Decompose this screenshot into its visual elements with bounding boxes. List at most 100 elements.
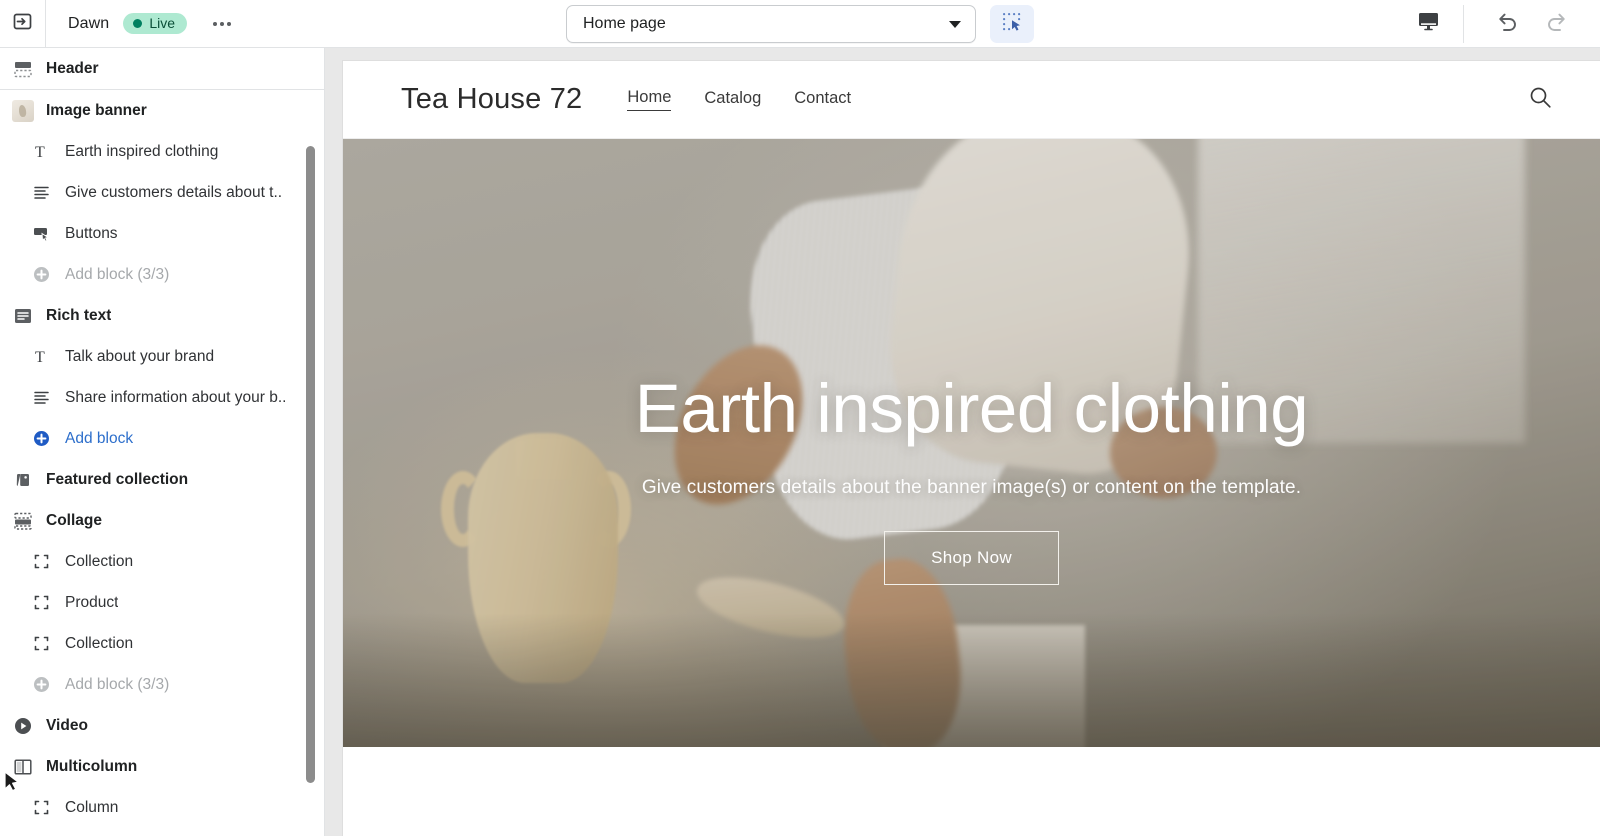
sidebar-scrollbar-thumb[interactable] <box>306 146 315 783</box>
theme-editor-window: Dawn Live Home page Header Image banner … <box>0 0 1600 836</box>
panel-collapse-icon <box>12 11 33 37</box>
redo-button[interactable] <box>1540 7 1574 41</box>
sidebar-section-collage[interactable]: Collage <box>0 500 324 541</box>
sidebar-section-featured-collection[interactable]: Featured collection <box>0 459 324 500</box>
sidebar-block-product[interactable]: Product <box>0 582 324 623</box>
sidebar-block-label: Column <box>65 798 119 816</box>
svg-text:T: T <box>35 349 45 366</box>
paragraph-icon <box>30 387 52 409</box>
storefront-preview: Tea House 72 Home Catalog Contact Earth … <box>343 61 1600 836</box>
select-inspector-icon <box>1001 11 1023 38</box>
nav-item-home[interactable]: Home <box>627 88 672 111</box>
block-bracket-icon <box>30 592 52 614</box>
svg-text:T: T <box>35 144 45 161</box>
search-button[interactable] <box>1527 84 1554 116</box>
banner-subheading[interactable]: Give customers details about the banner … <box>642 477 1301 499</box>
theme-info-group: Dawn Live <box>46 9 239 39</box>
sidebar-section-header[interactable]: Header <box>0 48 324 89</box>
storefront-nav: Home Catalog Contact <box>627 88 851 111</box>
page-selector-value: Home page <box>583 15 666 32</box>
shop-now-button[interactable]: Shop Now <box>884 530 1059 585</box>
status-badge: Live <box>123 13 187 34</box>
undo-icon <box>1494 8 1520 39</box>
rich-text-icon <box>12 305 34 327</box>
sidebar-block-label: Product <box>65 593 119 611</box>
sidebar-block-label: Collection <box>65 634 134 652</box>
sidebar-section-label: Collage <box>46 511 102 529</box>
sections-sidebar: Header Image banner T Earth inspired clo… <box>0 48 325 836</box>
image-thumbnail-icon <box>12 99 34 122</box>
sidebar-block-label: Buttons <box>65 224 118 242</box>
sidebar-block-column[interactable]: Column <box>0 787 324 828</box>
live-dot-icon <box>133 18 143 28</box>
block-bracket-icon <box>30 797 52 819</box>
sidebar-section-label: Video <box>46 716 88 734</box>
sidebar-add-block-collage[interactable]: Add block (3/3) <box>0 664 324 705</box>
search-icon <box>1527 87 1554 115</box>
sidebar-block-heading[interactable]: T Earth inspired clothing <box>0 131 324 172</box>
sidebar-block-label: Share information about your b.. <box>65 388 287 406</box>
sidebar-section-video[interactable]: Video <box>0 705 324 746</box>
desktop-preview-icon <box>1416 9 1441 39</box>
editor-body: Header Image banner T Earth inspired clo… <box>0 48 1600 836</box>
redo-icon <box>1544 8 1570 39</box>
header-layout-icon <box>12 58 34 80</box>
block-bracket-icon <box>30 551 52 573</box>
store-logo[interactable]: Tea House 72 <box>401 83 582 116</box>
sidebar-block-paragraph[interactable]: Share information about your b.. <box>0 377 324 418</box>
text-heading-icon: T <box>30 346 52 368</box>
sidebar-collapse-button[interactable] <box>0 0 46 48</box>
dot-icon <box>220 21 224 26</box>
top-toolbar: Dawn Live Home page <box>0 0 1600 48</box>
sidebar-section-multicolumn[interactable]: Multicolumn <box>0 746 324 787</box>
history-controls <box>1464 7 1600 41</box>
preview-pane: Tea House 72 Home Catalog Contact Earth … <box>325 48 1600 836</box>
sidebar-add-block-label: Add block (3/3) <box>65 265 170 283</box>
plus-circle-icon <box>30 674 52 696</box>
paragraph-icon <box>30 182 52 204</box>
sidebar-add-block-rich-text[interactable]: Add block <box>0 418 324 459</box>
sidebar-block-label: Talk about your brand <box>65 347 215 365</box>
status-badge-label: Live <box>149 15 175 31</box>
sidebar-scrollbar-track[interactable] <box>305 48 316 836</box>
sidebar-add-block-label: Add block (3/3) <box>65 675 170 693</box>
sidebar-add-block-image-banner[interactable]: Add block (3/3) <box>0 254 324 295</box>
collage-icon <box>12 510 34 532</box>
sidebar-block-label: Earth inspired clothing <box>65 142 219 160</box>
sidebar-block-heading[interactable]: T Talk about your brand <box>0 336 324 377</box>
more-actions-button[interactable] <box>205 9 239 39</box>
sidebar-section-label: Multicolumn <box>46 757 138 775</box>
sidebar-section-label: Rich text <box>46 306 112 324</box>
chevron-down-icon <box>949 20 961 28</box>
sidebar-block-label: Collection <box>65 552 134 570</box>
text-heading-icon: T <box>30 141 52 163</box>
tag-collection-icon <box>12 469 34 491</box>
plus-circle-icon <box>30 264 52 286</box>
sidebar-section-label: Header <box>46 59 99 77</box>
nav-item-contact[interactable]: Contact <box>794 89 851 111</box>
block-bracket-icon <box>30 633 52 655</box>
inspector-toggle-button[interactable] <box>990 5 1034 43</box>
banner-heading[interactable]: Earth inspired clothing <box>635 372 1309 445</box>
page-selector-group: Home page <box>0 0 1600 48</box>
dot-icon <box>227 21 231 26</box>
theme-name: Dawn <box>68 14 110 32</box>
sidebar-section-rich-text[interactable]: Rich text <box>0 295 324 336</box>
sidebar-block-paragraph[interactable]: Give customers details about t.. <box>0 172 324 213</box>
plus-circle-icon <box>30 428 52 450</box>
sidebar-add-block-label: Add block <box>65 429 134 447</box>
sidebar-section-image-banner[interactable]: Image banner <box>0 90 324 131</box>
device-preview-button[interactable] <box>1393 0 1463 48</box>
mouse-cursor <box>4 771 21 800</box>
undo-button[interactable] <box>1490 7 1524 41</box>
sections-list: Header Image banner T Earth inspired clo… <box>0 48 324 828</box>
sidebar-block-collection[interactable]: Collection <box>0 623 324 664</box>
sidebar-block-label: Give customers details about t.. <box>65 183 283 201</box>
nav-item-catalog[interactable]: Catalog <box>704 89 761 111</box>
dot-icon <box>213 21 217 26</box>
sidebar-block-buttons[interactable]: Buttons <box>0 213 324 254</box>
sidebar-block-collection[interactable]: Collection <box>0 541 324 582</box>
image-banner-section[interactable]: Earth inspired clothing Give customers d… <box>343 139 1600 747</box>
page-selector[interactable]: Home page <box>566 5 976 43</box>
sidebar-section-label: Image banner <box>46 101 147 119</box>
